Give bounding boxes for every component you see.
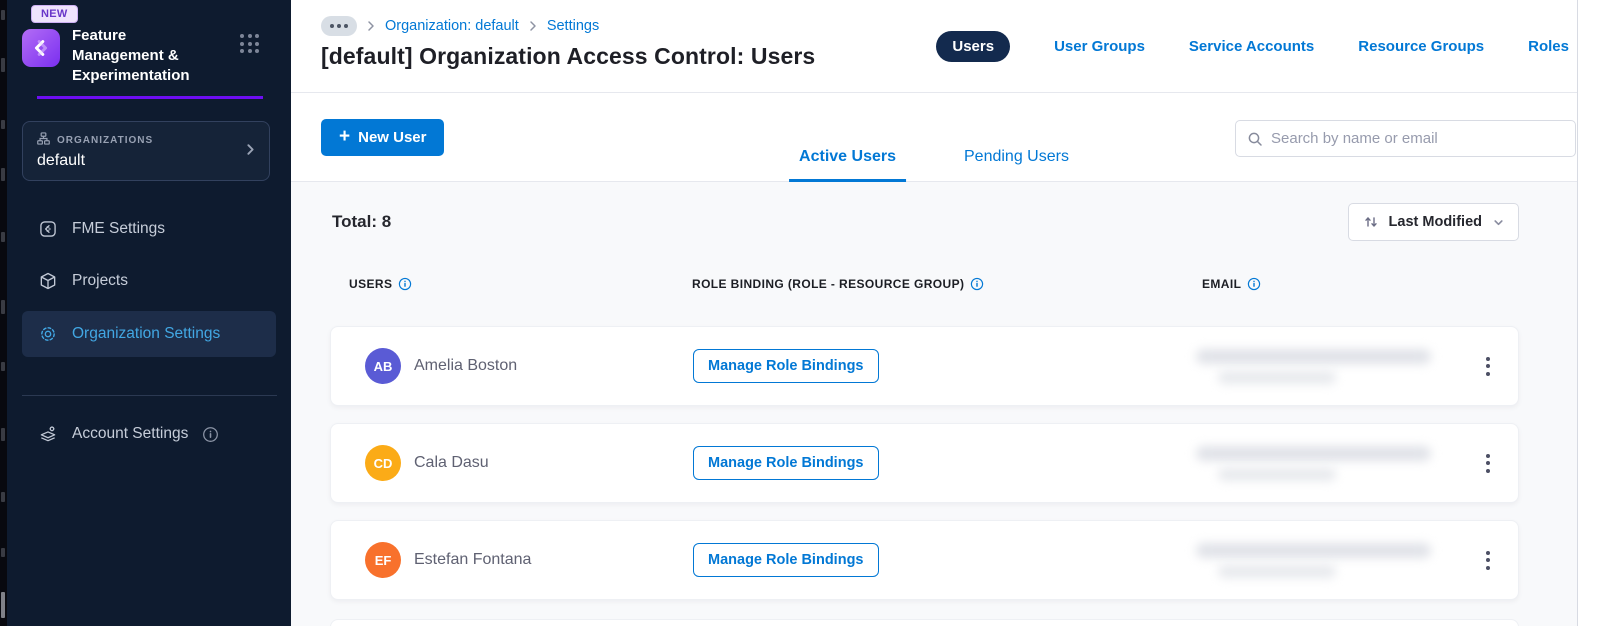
avatar-initials: AB <box>373 358 393 374</box>
apps-grid-icon[interactable] <box>240 34 259 53</box>
new-user-button[interactable]: + New User <box>321 119 445 156</box>
new-user-button-label: New User <box>358 129 427 146</box>
search-icon <box>1247 131 1263 147</box>
breadcrumb-link-settings[interactable]: Settings <box>547 18 599 34</box>
brand-accent-rule <box>37 96 263 99</box>
tab-active-users[interactable]: Active Users <box>789 148 906 182</box>
right-gutter <box>1578 0 1600 626</box>
sidebar-nav: FME Settings Projects Organization Setti… <box>22 207 276 357</box>
user-view-tabs: Active Users Pending Users <box>789 148 1079 182</box>
sidebar-item-label: FME Settings <box>72 220 166 237</box>
user-name: Cala Dasu <box>414 454 489 471</box>
manage-role-bindings-button[interactable]: Manage Role Bindings <box>693 543 879 577</box>
fme-logo-outline-icon <box>38 219 58 239</box>
page-header: Organization: default Settings [default]… <box>291 0 1577 93</box>
tab-user-groups[interactable]: User Groups <box>1054 38 1145 55</box>
app-window: NEW Feature Management & Experimentation <box>0 0 1600 626</box>
tab-service-accounts[interactable]: Service Accounts <box>1189 38 1314 55</box>
sort-dropdown[interactable]: Last Modified <box>1347 203 1519 241</box>
column-header-users: USERS <box>349 277 393 291</box>
tab-roles[interactable]: Roles <box>1528 38 1569 55</box>
user-list-section: Total: 8 Last Modified USERS ROLE BINDIN… <box>291 182 1577 626</box>
search-input[interactable] <box>1271 130 1565 147</box>
sidebar-item-organization-settings[interactable]: Organization Settings <box>22 311 276 357</box>
kebab-menu-button[interactable] <box>1474 441 1502 485</box>
avatar-initials: CD <box>373 455 393 471</box>
tab-users[interactable]: Users <box>936 31 1011 62</box>
chevron-separator-icon <box>368 21 374 31</box>
user-name: Amelia Boston <box>414 357 518 374</box>
email-redacted <box>1196 542 1474 578</box>
sidebar-item-fme-settings[interactable]: FME Settings <box>22 207 276 251</box>
chevron-right-icon <box>243 142 258 160</box>
cube-icon <box>38 271 58 291</box>
sort-arrows-icon <box>1363 214 1379 230</box>
avatar: AB <box>365 348 401 384</box>
kebab-menu-button[interactable] <box>1474 538 1502 582</box>
org-tree-icon <box>37 132 50 148</box>
tab-resource-groups[interactable]: Resource Groups <box>1358 38 1484 55</box>
user-row: CD Cala Dasu Manage Role Bindings <box>330 423 1519 503</box>
plus-icon: + <box>339 125 351 147</box>
column-header-role-binding: ROLE BINDING (ROLE - RESOURCE GROUP) <box>692 277 965 291</box>
info-icon[interactable] <box>1247 277 1261 291</box>
user-row: AB Amelia Boston Manage Role Bindings <box>330 326 1519 406</box>
fme-logo-icon <box>22 29 60 67</box>
sidebar: NEW Feature Management & Experimentation <box>7 0 291 626</box>
info-icon[interactable] <box>970 277 984 291</box>
sidebar-item-label: Organization Settings <box>72 325 221 342</box>
sidebar-item-account-settings[interactable]: Account Settings <box>22 412 225 456</box>
column-header-email: EMAIL <box>1202 277 1242 291</box>
sidebar-item-projects[interactable]: Projects <box>22 259 276 303</box>
avatar: CD <box>365 445 401 481</box>
list-controls: Total: 8 Last Modified <box>330 203 1519 241</box>
email-redacted <box>1196 445 1474 481</box>
kebab-menu-button[interactable] <box>1474 344 1502 388</box>
organization-selector[interactable]: ORGANIZATIONS default <box>22 121 270 181</box>
app-title: Feature Management & Experimentation <box>72 27 190 84</box>
new-badge: NEW <box>31 5 78 23</box>
chevron-separator-icon <box>530 21 536 31</box>
tab-pending-users[interactable]: Pending Users <box>954 148 1079 182</box>
sidebar-item-label: Projects <box>72 272 128 289</box>
total-count: Total: 8 <box>332 212 392 231</box>
sort-dropdown-value: Last Modified <box>1388 214 1482 230</box>
org-selector-label: ORGANIZATIONS <box>57 134 154 146</box>
chevron-down-icon <box>1492 216 1505 229</box>
main-panel: Organization: default Settings [default]… <box>291 0 1578 626</box>
background-window-edge <box>0 0 7 626</box>
gear-icon <box>38 324 58 344</box>
user-row: EF Estefan Fontana Manage Role Bindings <box>330 520 1519 600</box>
sidebar-item-label: Account Settings <box>72 425 189 442</box>
org-selector-value: default <box>37 152 86 169</box>
avatar: EF <box>365 542 401 578</box>
brand-block: NEW Feature Management & Experimentation <box>7 0 291 99</box>
table-header-row: USERS ROLE BINDING (ROLE - RESOURCE GROU… <box>330 277 1519 291</box>
avatar-initials: EF <box>374 552 392 568</box>
search-box <box>1235 120 1576 157</box>
toolbar: + New User Active Users Pending Users <box>291 93 1577 182</box>
email-redacted <box>1196 348 1474 384</box>
breadcrumb-link-organization[interactable]: Organization: default <box>385 18 519 34</box>
info-icon[interactable] <box>398 277 412 291</box>
info-icon <box>202 426 219 443</box>
breadcrumb-ellipsis-button[interactable] <box>321 16 357 36</box>
access-control-tabs: Users User Groups Service Accounts Resou… <box>936 31 1569 62</box>
user-name: Estefan Fontana <box>414 551 532 568</box>
manage-role-bindings-button[interactable]: Manage Role Bindings <box>693 446 879 480</box>
manage-role-bindings-button[interactable]: Manage Role Bindings <box>693 349 879 383</box>
sidebar-divider <box>22 395 277 396</box>
user-row-partial <box>330 619 1519 626</box>
layers-gear-icon <box>38 424 58 444</box>
